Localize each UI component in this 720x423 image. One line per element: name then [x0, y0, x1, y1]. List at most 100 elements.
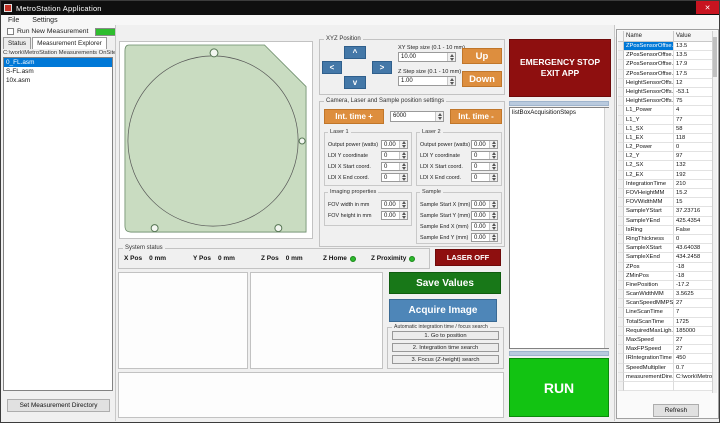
- measurement-file-list[interactable]: 0_FL.asmS-FL.asm10x.asm: [3, 57, 113, 391]
- spinner-icon[interactable]: [447, 53, 455, 61]
- table-row[interactable]: SpeedMultiplier 0.7: [618, 364, 714, 373]
- table-row[interactable]: L1_SX 58: [618, 125, 714, 134]
- auto-search-step-button[interactable]: 1. Go to position: [392, 331, 499, 340]
- field-input[interactable]: 0.00: [381, 140, 408, 149]
- tab[interactable]: Status: [3, 37, 31, 49]
- table-row[interactable]: SampleXEnd 434.2458: [618, 253, 714, 262]
- list-item[interactable]: 10x.asm: [4, 76, 112, 85]
- field-input[interactable]: 0.00: [381, 200, 408, 209]
- spinner-icon[interactable]: [399, 201, 407, 208]
- table-row[interactable]: IntegrationTime 210: [618, 180, 714, 189]
- close-icon[interactable]: ✕: [696, 1, 719, 14]
- table-row[interactable]: RingThickness 0: [618, 235, 714, 244]
- spinner-icon[interactable]: [489, 163, 497, 170]
- table-row[interactable]: L1_Power 4: [618, 106, 714, 115]
- field-input[interactable]: 0.00: [471, 140, 498, 149]
- spinner-icon[interactable]: [399, 141, 407, 148]
- menu-item[interactable]: Settings: [32, 17, 57, 24]
- table-row[interactable]: HeightSensorOffs... 12: [618, 79, 714, 88]
- z-up-button[interactable]: Up: [462, 48, 502, 64]
- table-row[interactable]: L1_Y 77: [618, 116, 714, 125]
- field-input[interactable]: 0: [381, 173, 408, 182]
- field-input[interactable]: 0: [381, 162, 408, 171]
- field-input[interactable]: 0: [381, 151, 408, 160]
- spinner-icon[interactable]: [489, 174, 497, 181]
- field-input[interactable]: 0.00: [471, 211, 498, 220]
- name-column-header[interactable]: Name: [624, 31, 674, 42]
- menu-item[interactable]: File: [8, 17, 19, 24]
- auto-search-step-button[interactable]: 2. Integration time search: [392, 343, 499, 352]
- table-row[interactable]: ZPosSensorOffse... 17.5: [618, 70, 714, 79]
- table-row[interactable]: L2_EX 192: [618, 171, 714, 180]
- z-step-input[interactable]: 1.00: [398, 76, 456, 86]
- jog-right-button[interactable]: >: [372, 61, 392, 74]
- xy-step-input[interactable]: 10.00: [398, 52, 456, 62]
- spinner-icon[interactable]: [489, 212, 497, 219]
- list-item[interactable]: S-FL.asm: [4, 67, 112, 76]
- table-row[interactable]: FOVHeightMM 15.2: [618, 189, 714, 198]
- table-row[interactable]: ZMinPos -18: [618, 272, 714, 281]
- table-row[interactable]: HeightSensorOffs... -53.1: [618, 88, 714, 97]
- acquisition-steps-list[interactable]: listBoxAcquisitionSteps: [509, 107, 609, 349]
- table-row[interactable]: ZPosSensorOffse... 13.5: [618, 42, 714, 51]
- field-input[interactable]: 0.00: [471, 233, 498, 242]
- acquire-image-button[interactable]: Acquire Image: [389, 299, 497, 322]
- z-down-button[interactable]: Down: [462, 71, 502, 87]
- table-row[interactable]: SampleYStart 37.23716: [618, 207, 714, 216]
- table-row[interactable]: MaxFPSpeed 27: [618, 345, 714, 354]
- table-row[interactable]: ScanWidthMM 3.5625: [618, 290, 714, 299]
- table-row[interactable]: RequiredMaxLigh... 185000: [618, 327, 714, 336]
- scrollbar-thumb[interactable]: [713, 37, 717, 77]
- field-input[interactable]: 0.00: [471, 222, 498, 231]
- table-row[interactable]: L2_Power 0: [618, 143, 714, 152]
- jog-left-button[interactable]: <: [322, 61, 342, 74]
- field-input[interactable]: 0.00: [381, 211, 408, 220]
- spinner-icon[interactable]: [489, 201, 497, 208]
- table-row[interactable]: IsRing False: [618, 226, 714, 235]
- table-row[interactable]: SampleXStart 43.64038: [618, 244, 714, 253]
- spinner-icon[interactable]: [399, 174, 407, 181]
- table-row[interactable]: MaxSpeed 27: [618, 336, 714, 345]
- jog-down-button[interactable]: v: [344, 76, 366, 89]
- int-time-input[interactable]: 6000: [390, 111, 444, 122]
- table-row[interactable]: measurementDire... C:\work\MetroSt...: [618, 373, 714, 382]
- spinner-icon[interactable]: [489, 141, 497, 148]
- int-time-minus-button[interactable]: Int. time -: [450, 109, 502, 124]
- field-input[interactable]: 0: [471, 151, 498, 160]
- table-row[interactable]: ScanSpeedMMPS 27: [618, 299, 714, 308]
- spinner-icon[interactable]: [489, 152, 497, 159]
- spinner-icon[interactable]: [399, 152, 407, 159]
- spinner-icon[interactable]: [435, 112, 443, 121]
- table-row[interactable]: IRIntegrationTime 450: [618, 354, 714, 363]
- spinner-icon[interactable]: [489, 223, 497, 230]
- table-row[interactable]: FinePosition -17.2: [618, 281, 714, 290]
- grid-scrollbar[interactable]: [712, 31, 717, 393]
- tab[interactable]: Measurement Explorer: [32, 37, 107, 49]
- table-row[interactable]: ZPos -18: [618, 263, 714, 272]
- list-item[interactable]: listBoxAcquisitionSteps: [510, 108, 608, 117]
- value-column-header[interactable]: Value: [674, 31, 714, 42]
- table-row[interactable]: SampleYEnd 425.4354: [618, 217, 714, 226]
- run-button[interactable]: RUN: [509, 358, 609, 417]
- table-row[interactable]: [618, 382, 714, 391]
- spinner-icon[interactable]: [399, 163, 407, 170]
- laser-off-button[interactable]: LASER OFF: [435, 249, 501, 266]
- spinner-icon[interactable]: [489, 234, 497, 241]
- spinner-icon[interactable]: [447, 77, 455, 85]
- int-time-plus-button[interactable]: Int. time +: [324, 109, 384, 124]
- list-item[interactable]: 0_FL.asm: [4, 58, 112, 67]
- table-row[interactable]: FOVWidthMM 15: [618, 198, 714, 207]
- auto-search-step-button[interactable]: 3. Focus (Z-height) search: [392, 355, 499, 364]
- save-values-button[interactable]: Save Values: [389, 272, 501, 294]
- spinner-icon[interactable]: [399, 212, 407, 219]
- table-row[interactable]: L2_Y 97: [618, 152, 714, 161]
- field-input[interactable]: 0: [471, 162, 498, 171]
- table-row[interactable]: HeightSensorOffs... 75: [618, 97, 714, 106]
- table-row[interactable]: L1_EX 118: [618, 134, 714, 143]
- refresh-button[interactable]: Refresh: [653, 404, 699, 417]
- table-row[interactable]: L2_SX 132: [618, 161, 714, 170]
- table-row[interactable]: LineScanTime 7: [618, 308, 714, 317]
- jog-up-button[interactable]: ^: [344, 46, 366, 59]
- acquisition-scrollbar[interactable]: [604, 108, 609, 348]
- emergency-stop-button[interactable]: EMERGENCY STOP EXIT APP: [509, 39, 611, 97]
